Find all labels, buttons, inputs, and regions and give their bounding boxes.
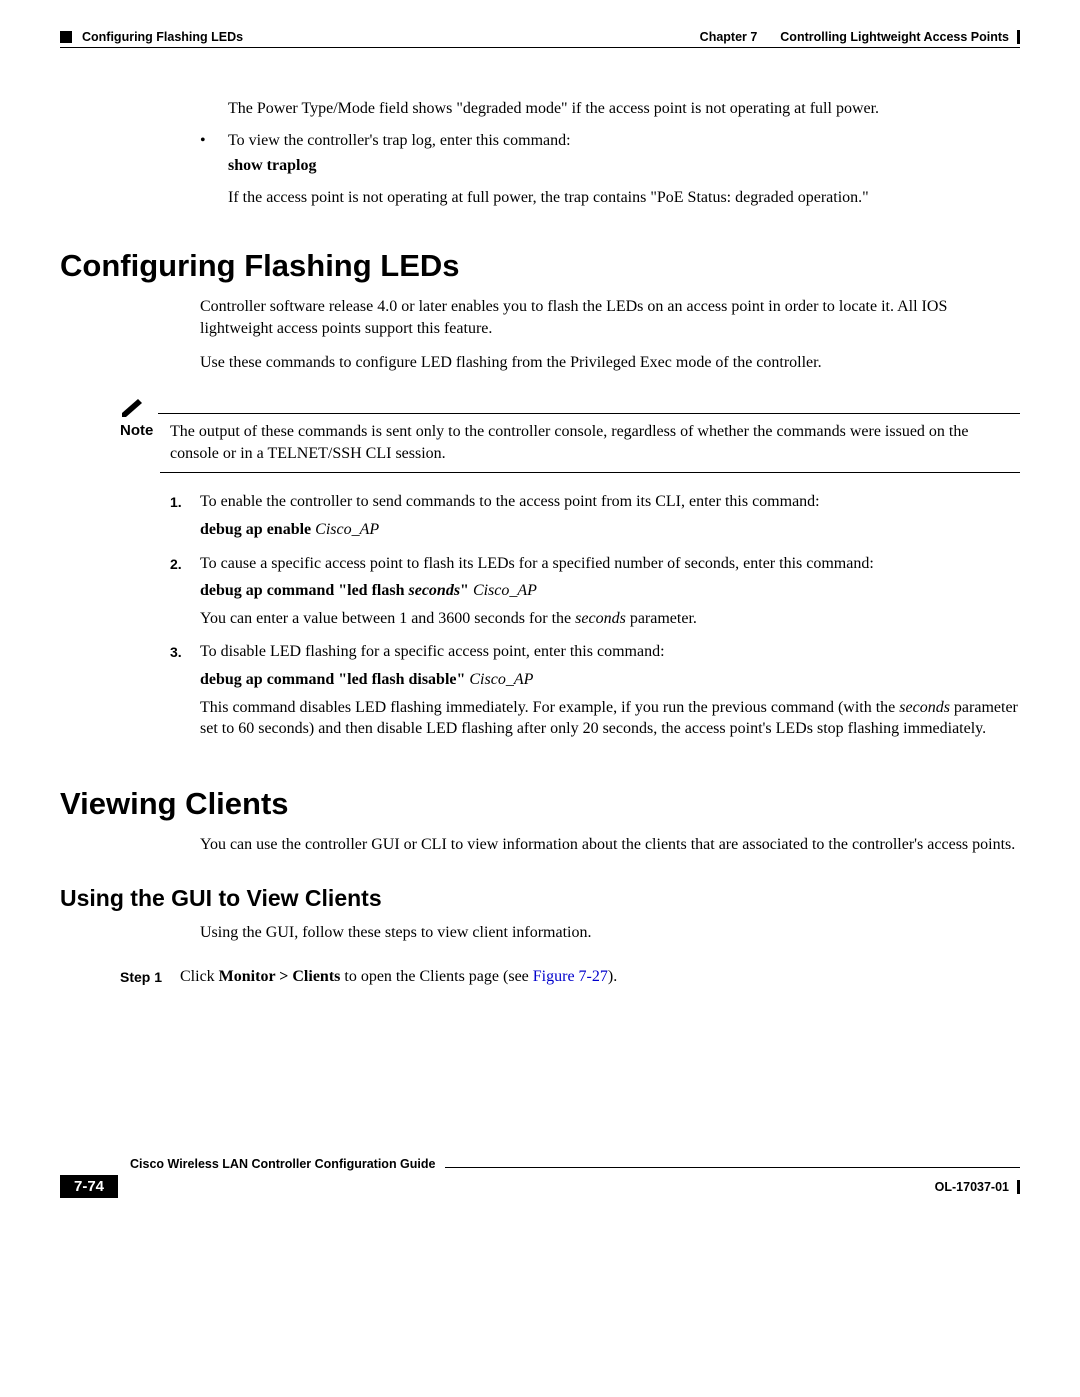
list-item-1: 1. To enable the controller to send comm… xyxy=(170,491,1020,546)
step3-text: To disable LED flashing for a specific a… xyxy=(200,643,665,660)
step2-text: To cause a specific access point to flas… xyxy=(200,555,874,572)
header-rule xyxy=(60,47,1020,48)
header-chapter: Chapter 7 xyxy=(700,30,758,44)
note-block: Note The output of these commands is sen… xyxy=(120,395,1020,473)
numbered-list: 1. To enable the controller to send comm… xyxy=(170,491,1020,745)
step3-cmd: debug ap command "led flash disable" Cis… xyxy=(200,669,1020,691)
bullet-icon: • xyxy=(200,130,228,152)
content-area: The Power Type/Mode field shows "degrade… xyxy=(60,98,1020,208)
sec1-p1: Controller software release 4.0 or later… xyxy=(200,296,1020,339)
section2-heading: Viewing Clients xyxy=(60,786,1020,822)
header-section: Configuring Flashing LEDs xyxy=(82,30,243,44)
step1-cmd: debug ap enable Cisco_AP xyxy=(200,519,1020,541)
page-footer: Cisco Wireless LAN Controller Configurat… xyxy=(60,1157,1020,1198)
sub-p1: Using the GUI, follow these steps to vie… xyxy=(200,922,1020,944)
intro-p1: The Power Type/Mode field shows "degrade… xyxy=(228,98,1020,120)
note-text: The output of these commands is sent onl… xyxy=(170,421,1020,464)
footer-bar-icon xyxy=(1017,1180,1020,1194)
num-marker: 3. xyxy=(170,641,200,745)
step-block: Step 1 Click Monitor > Clients to open t… xyxy=(120,966,1020,988)
sec2-p1: You can use the controller GUI or CLI to… xyxy=(200,834,1020,856)
step1-text: To enable the controller to send command… xyxy=(200,493,820,510)
header-square-icon xyxy=(60,31,72,43)
header-left: Configuring Flashing LEDs xyxy=(60,30,243,44)
list-item-2: 2. To cause a specific access point to f… xyxy=(170,553,1020,636)
step-text: Click Monitor > Clients to open the Clie… xyxy=(180,966,1020,988)
doc-id: OL-17037-01 xyxy=(935,1180,1020,1194)
num-marker: 1. xyxy=(170,491,200,546)
list-item-3: 3. To disable LED flashing for a specifi… xyxy=(170,641,1020,745)
header-chapter-title: Controlling Lightweight Access Points xyxy=(780,30,1009,44)
note-label: Note xyxy=(120,421,170,441)
section1-heading: Configuring Flashing LEDs xyxy=(60,248,1020,284)
subsection-heading: Using the GUI to View Clients xyxy=(60,885,1020,912)
note-bottom-rule xyxy=(160,472,1020,473)
footer-guide-title: Cisco Wireless LAN Controller Configurat… xyxy=(130,1157,435,1171)
figure-link[interactable]: Figure 7-27 xyxy=(533,968,608,985)
step2-p2: You can enter a value between 1 and 3600… xyxy=(200,608,1020,630)
intro-cmd: show traplog xyxy=(228,155,1020,177)
header-right: Chapter 7 Controlling Lightweight Access… xyxy=(700,30,1020,44)
page: Configuring Flashing LEDs Chapter 7 Cont… xyxy=(0,0,1080,1218)
step2-cmd: debug ap command "led flash seconds" Cis… xyxy=(200,580,1020,602)
num-marker: 2. xyxy=(170,553,200,636)
pencil-icon xyxy=(120,395,148,417)
footer-rule xyxy=(445,1167,1020,1168)
intro-block: The Power Type/Mode field shows "degrade… xyxy=(200,98,1020,208)
intro-p2: If the access point is not operating at … xyxy=(228,187,1020,209)
intro-bullet: • To view the controller's trap log, ent… xyxy=(200,130,1020,152)
running-header: Configuring Flashing LEDs Chapter 7 Cont… xyxy=(60,30,1020,44)
page-number: 7-74 xyxy=(60,1175,118,1198)
intro-bullet-text: To view the controller's trap log, enter… xyxy=(228,130,1020,152)
header-bar-icon xyxy=(1017,30,1020,44)
step3-p2: This command disables LED flashing immed… xyxy=(200,697,1020,740)
step-label: Step 1 xyxy=(120,966,180,987)
note-top-rule xyxy=(158,413,1020,414)
sec1-p2: Use these commands to configure LED flas… xyxy=(200,352,1020,374)
